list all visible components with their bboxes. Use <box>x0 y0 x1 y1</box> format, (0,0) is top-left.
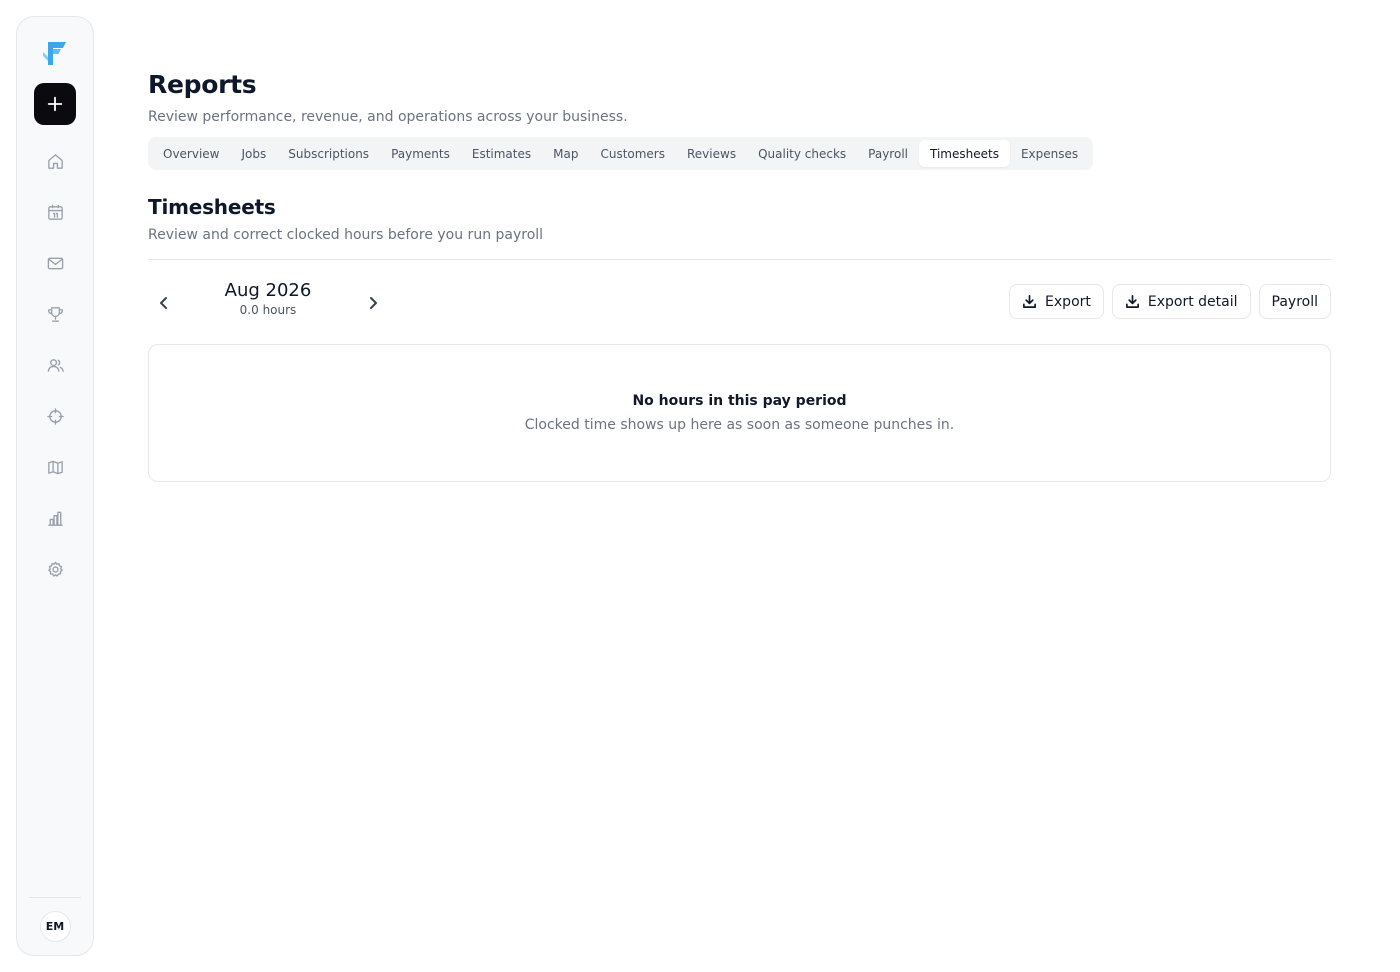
trophy-icon <box>47 306 63 322</box>
tab-overview[interactable]: Overview <box>152 140 231 167</box>
tab-timesheets[interactable]: Timesheets <box>919 140 1010 167</box>
page-title: Reports <box>148 70 257 99</box>
tab-jobs[interactable]: Jobs <box>231 140 278 167</box>
chevron-left-icon <box>160 297 167 309</box>
download-icon <box>1023 295 1037 308</box>
sidebar-item-map[interactable] <box>35 447 75 487</box>
export-button[interactable]: Export <box>1009 284 1104 319</box>
home-icon <box>47 153 63 169</box>
sidebar-item-inbox[interactable] <box>35 243 75 283</box>
sidebar-item-team[interactable] <box>35 345 75 385</box>
users-icon <box>47 358 64 372</box>
timesheet-toolbar: Aug 2026 0.0 hours Export Export detail … <box>148 280 1331 320</box>
sidebar-item-rewards[interactable] <box>35 294 75 334</box>
period-total-hours: 0.0 hours <box>239 303 297 317</box>
period-label: Aug 2026 <box>224 280 312 301</box>
sidebar-item-reports[interactable] <box>35 498 75 538</box>
main-content: Reports Review performance, revenue, and… <box>148 70 1331 482</box>
map-icon <box>47 460 63 474</box>
tab-subscriptions[interactable]: Subscriptions <box>277 140 380 167</box>
sidebar-nav <box>35 141 75 600</box>
crosshair-icon <box>46 407 64 425</box>
empty-state-card: No hours in this pay period Clocked time… <box>148 344 1331 482</box>
report-tabs: Overview Jobs Subscriptions Payments Est… <box>148 137 1094 170</box>
create-new-button[interactable] <box>34 83 76 125</box>
calendar-icon <box>47 204 63 220</box>
avatar[interactable]: EM <box>39 911 71 942</box>
sidebar-item-targets[interactable] <box>35 396 75 436</box>
payroll-button[interactable]: Payroll <box>1258 284 1331 319</box>
export-detail-label: Export detail <box>1147 293 1238 310</box>
export-detail-button[interactable]: Export detail <box>1111 284 1251 319</box>
tab-estimates[interactable]: Estimates <box>461 140 542 167</box>
empty-state-title: No hours in this pay period <box>632 393 847 409</box>
sidebar-item-settings[interactable] <box>35 549 75 589</box>
period-selector: Aug 2026 0.0 hours <box>188 280 348 317</box>
sidebar-item-home[interactable] <box>35 141 75 181</box>
bar-chart-icon <box>47 511 63 526</box>
payroll-label: Payroll <box>1271 293 1318 310</box>
previous-period-button[interactable] <box>152 291 176 315</box>
timesheet-actions: Export Export detail Payroll <box>1009 284 1331 319</box>
tab-map[interactable]: Map <box>542 140 589 167</box>
tab-payroll[interactable]: Payroll <box>857 140 919 167</box>
section-divider <box>148 259 1331 260</box>
export-label: Export <box>1045 293 1091 310</box>
plus-icon <box>47 96 63 112</box>
sidebar-item-calendar[interactable] <box>35 192 75 232</box>
tab-customers[interactable]: Customers <box>589 140 676 167</box>
chevron-right-icon <box>370 297 377 309</box>
tab-reviews[interactable]: Reviews <box>676 140 747 167</box>
brand-f-icon[interactable] <box>39 37 71 69</box>
next-period-button[interactable] <box>361 291 385 315</box>
section-title: Timesheets <box>148 195 276 219</box>
tab-payments[interactable]: Payments <box>380 140 461 167</box>
tab-expenses[interactable]: Expenses <box>1010 140 1089 167</box>
tab-quality-checks[interactable]: Quality checks <box>747 140 857 167</box>
download-icon <box>1125 295 1139 308</box>
empty-state-text: Clocked time shows up here as soon as so… <box>524 417 955 433</box>
page-subtitle: Review performance, revenue, and operati… <box>148 109 628 125</box>
section-subtitle: Review and correct clocked hours before … <box>148 227 544 243</box>
gear-icon <box>47 561 63 577</box>
sidebar-footer: EM <box>29 897 81 955</box>
mail-icon <box>47 257 63 269</box>
sidebar: EM <box>16 16 94 956</box>
